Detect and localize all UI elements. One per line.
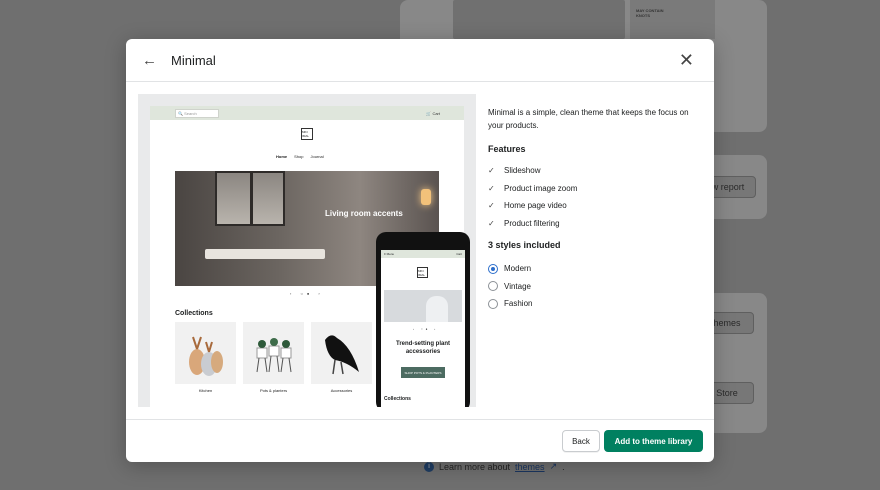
collection-card-pots — [243, 322, 304, 384]
preview-search: 🔍 Search — [175, 108, 219, 118]
background-theme-thumbnail — [453, 0, 625, 39]
feature-label: Product image zoom — [504, 183, 578, 193]
checkmark-icon: ✓ — [488, 201, 495, 211]
mobile-menu: ≡ Menu — [384, 252, 395, 256]
add-to-theme-library-button[interactable]: Add to theme library — [604, 430, 703, 452]
mobile-menu-label: Menu — [386, 252, 395, 256]
radio-icon[interactable] — [488, 298, 498, 309]
planters-image — [256, 338, 292, 373]
preview-lamp — [421, 189, 431, 205]
preview-nav-item: Shop — [294, 154, 304, 159]
theme-info: Minimal is a simple, clean theme that ke… — [488, 107, 698, 313]
close-icon[interactable]: ✕ — [679, 51, 694, 69]
collection-card-accessories — [311, 322, 372, 384]
bird-image — [325, 335, 359, 375]
style-label: Modern — [504, 264, 532, 274]
back-arrow-icon[interactable]: ← — [142, 52, 164, 69]
mobile-preview: ≡ Menu Cart MIN IMAL ‹ ○● › Trend-settin… — [376, 232, 470, 407]
footer-themes-link: themes — [515, 461, 545, 472]
preview-table — [205, 249, 325, 259]
style-label: Vintage — [504, 281, 531, 291]
modal-title: Minimal — [171, 52, 216, 68]
mobile-shop-button: SHOP POTS & PLANTERS — [401, 367, 445, 378]
radio-icon[interactable] — [488, 281, 498, 292]
footer-tail: . — [562, 461, 565, 472]
preview-logo: MIN IMAL — [301, 128, 313, 140]
mobile-chair — [426, 296, 448, 322]
checkmark-icon: ✓ — [488, 218, 495, 228]
external-link-icon: ↗ — [549, 461, 558, 471]
back-button[interactable]: Back — [562, 430, 600, 452]
preview-nav-item: Journal — [310, 154, 324, 159]
style-option-vintage[interactable]: Vintage — [488, 278, 698, 296]
feature-label: Slideshow — [504, 166, 541, 176]
feature-item: ✓ Home page video — [488, 197, 698, 215]
preview-window — [215, 171, 285, 226]
collection-label: Kitchen — [198, 388, 213, 393]
preview-hero-text: Living room accents — [325, 209, 403, 218]
preview-collections-heading: Collections — [175, 310, 213, 317]
pineapple-image — [189, 336, 223, 376]
preview-top-bar: 🔍 Search 🛒 Cart — [150, 106, 464, 120]
collection-label: Pots & planters — [259, 388, 288, 393]
feature-item: ✓ Product filtering — [488, 215, 698, 233]
mobile-slider-dots: ‹ ○● › — [413, 327, 439, 331]
preview-slider-dots: ‹ ○● › — [290, 291, 324, 296]
style-option-fashion[interactable]: Fashion — [488, 295, 698, 313]
collection-label: Accessories — [330, 388, 353, 393]
info-icon: i — [424, 461, 434, 472]
preview-nav-item: Home — [276, 154, 288, 159]
modal-header: ← Minimal ✕ — [126, 39, 714, 82]
preview-cart: 🛒 Cart — [426, 110, 440, 116]
collection-card-kitchen — [175, 322, 236, 384]
styles-radio-group: Modern Vintage Fashion — [488, 260, 698, 313]
mobile-top-bar: ≡ Menu Cart — [381, 250, 465, 258]
background-thumb-text: MAY CONTAIN KNOTS — [636, 8, 664, 18]
preview-cart-label: Cart — [432, 110, 440, 116]
theme-description: Minimal is a simple, clean theme that ke… — [488, 108, 689, 130]
modal-footer: Back Add to theme library — [126, 419, 714, 462]
mobile-logo: MIN IMAL — [417, 267, 428, 278]
preview-search-text: Search — [184, 110, 197, 116]
theme-preview-modal: ← Minimal ✕ 🔍 Search 🛒 Cart MIN IMAL Hom… — [126, 39, 714, 462]
preview-nav: Home Shop Journal — [276, 154, 324, 159]
features-heading: Features — [488, 144, 526, 154]
feature-label: Home page video — [504, 201, 567, 211]
checkmark-icon: ✓ — [488, 183, 495, 193]
feature-item: ✓ Product image zoom — [488, 180, 698, 198]
style-option-modern[interactable]: Modern — [488, 260, 698, 278]
style-label: Fashion — [504, 299, 533, 309]
mobile-collections-heading: Collections — [384, 396, 411, 402]
footer-text: Learn more about — [439, 461, 511, 472]
checkmark-icon: ✓ — [488, 166, 495, 176]
radio-selected-icon[interactable] — [488, 263, 498, 274]
feature-item: ✓ Slideshow — [488, 162, 698, 180]
styles-heading: 3 styles included — [488, 240, 561, 250]
background-mobile-thumbnail: MAY CONTAIN KNOTS — [630, 0, 715, 39]
features-list: ✓ Slideshow ✓ Product image zoom ✓ Home pag… — [488, 162, 698, 232]
mobile-cart: Cart — [456, 252, 462, 256]
mobile-screen: ≡ Menu Cart MIN IMAL ‹ ○● › Trend-settin… — [381, 250, 465, 407]
feature-label: Product filtering — [504, 218, 560, 228]
mobile-hero-text: Trend-setting plant accessories — [396, 341, 450, 355]
mobile-hero-image — [384, 290, 462, 322]
background-footer: i Learn more about themes ↗ . — [424, 461, 565, 472]
theme-preview-image: 🔍 Search 🛒 Cart MIN IMAL Home Shop Journ… — [138, 94, 476, 407]
